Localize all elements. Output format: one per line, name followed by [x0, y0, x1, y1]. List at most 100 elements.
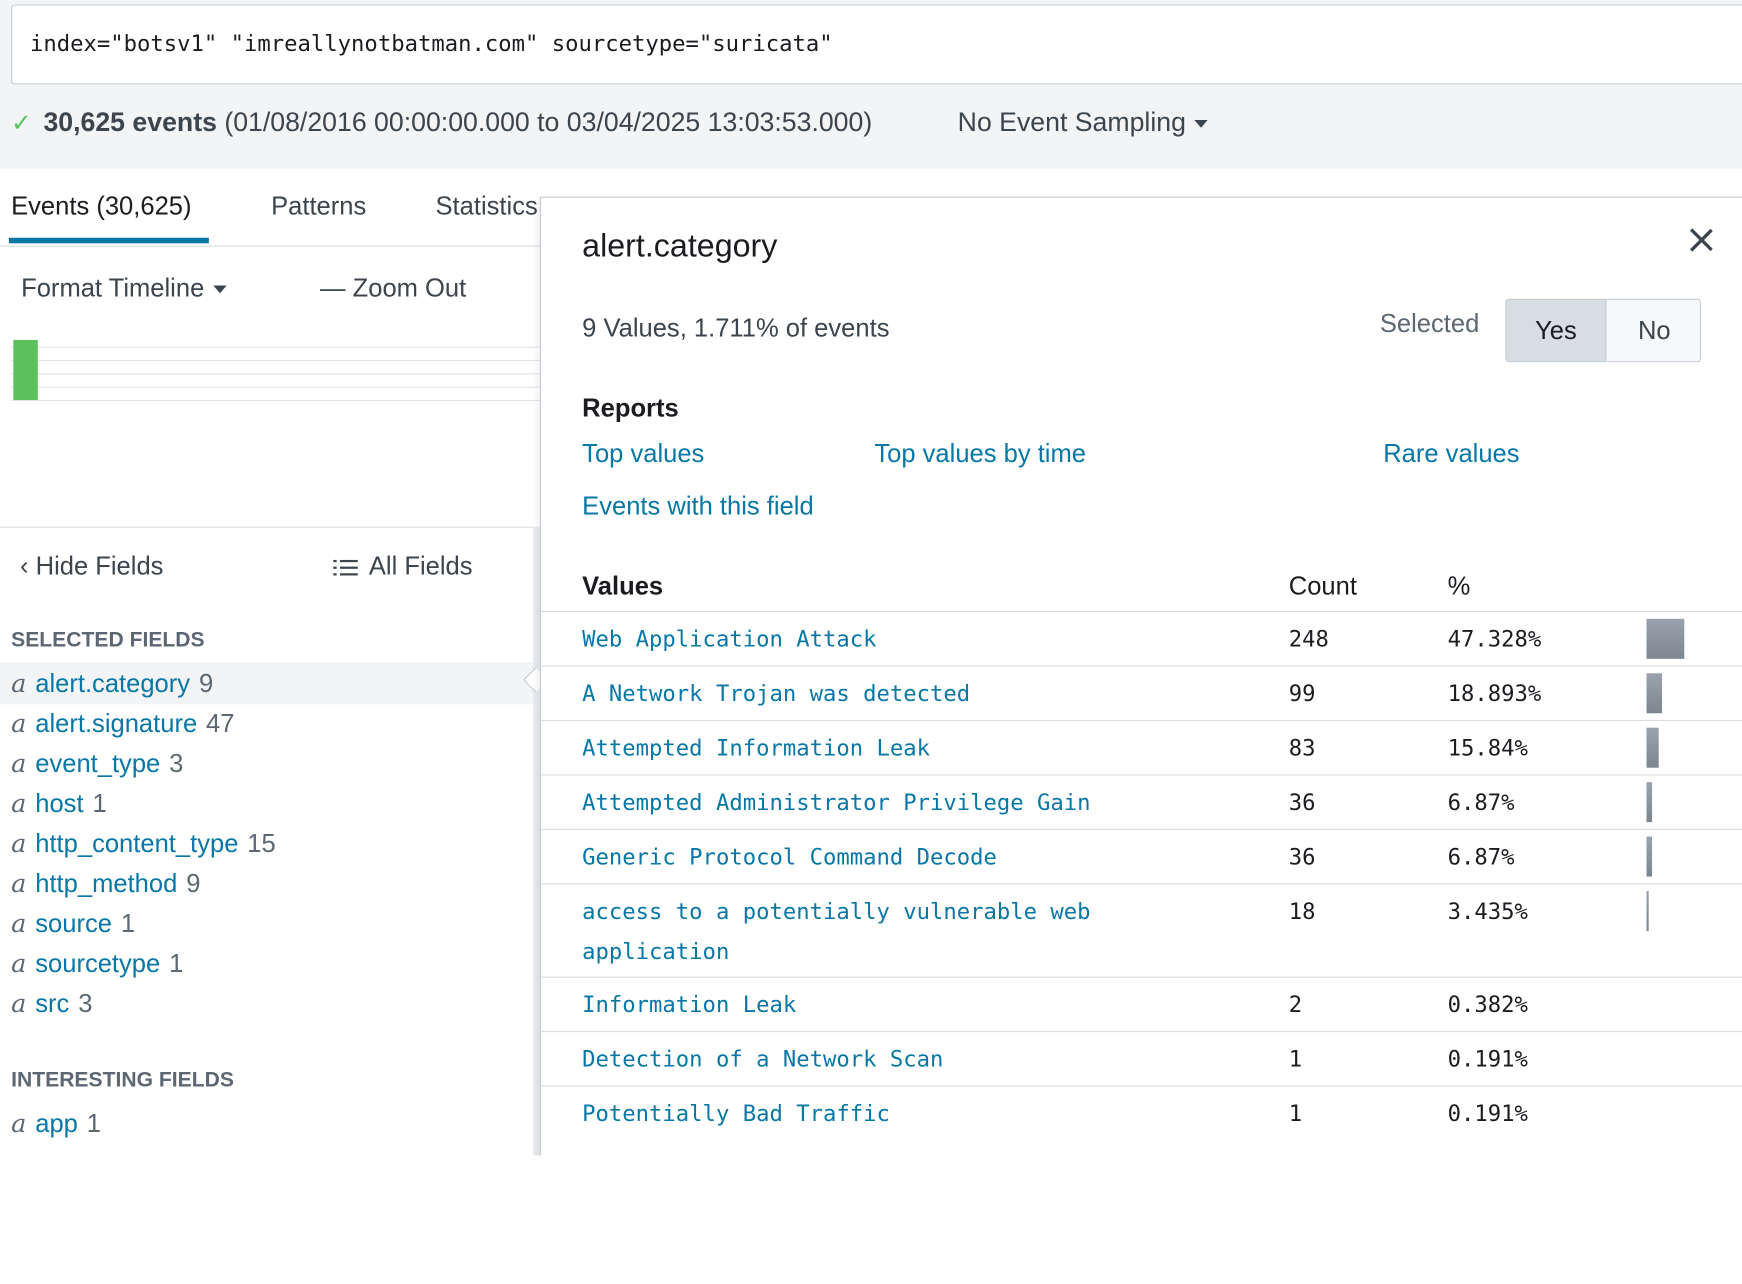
value-count: 36 — [1288, 843, 1316, 870]
timeline-bar[interactable] — [13, 339, 38, 400]
value-name-link[interactable]: Web Application Attack — [582, 619, 1160, 659]
count-header: Count — [1288, 571, 1357, 600]
value-name-link[interactable]: Information Leak — [582, 984, 1160, 1024]
value-row[interactable]: A Network Trojan was detected 99 18.893% — [541, 665, 1742, 719]
timeline-chart[interactable] — [11, 338, 545, 405]
field-type-icon: a — [11, 909, 27, 939]
top-values-by-time-link[interactable]: Top values by time — [874, 439, 1086, 469]
value-percent-bar — [1646, 782, 1653, 823]
value-count: 18 — [1288, 897, 1316, 925]
field-item[interactable]: a event_type 3 — [0, 742, 533, 784]
value-row[interactable]: Attempted Information Leak 83 15.84% — [541, 719, 1742, 774]
value-row[interactable]: Detection of a Network Scan 1 0.191% — [541, 1031, 1742, 1085]
value-row[interactable]: Web Application Attack 248 47.328% — [541, 611, 1742, 665]
tab-patterns[interactable]: Patterns — [271, 191, 366, 221]
field-count: 1 — [169, 948, 184, 978]
splunk-search-page: index="botsv1" "imreallynotbatman.com" s… — [0, 0, 1742, 1156]
interesting-fields-heading: INTERESTING FIELDS — [11, 1068, 234, 1093]
timeline-gridline — [11, 346, 545, 348]
close-icon[interactable] — [1685, 224, 1716, 255]
hide-fields-label: Hide Fields — [35, 551, 164, 580]
value-percent: 15.84% — [1447, 734, 1528, 762]
field-name: sourcetype — [35, 948, 161, 978]
popup-title: alert.category — [582, 228, 778, 265]
zoom-out-label: Zoom Out — [352, 273, 467, 303]
field-name: alert.signature — [35, 708, 198, 738]
field-name: source — [35, 908, 112, 938]
field-name: host — [35, 788, 84, 818]
hide-fields-button[interactable]: ‹ Hide Fields — [20, 551, 163, 581]
tab-events[interactable]: Events (30,625) — [11, 191, 191, 221]
field-count: 3 — [78, 988, 93, 1018]
all-fields-button[interactable]: All Fields — [333, 551, 473, 581]
field-item[interactable]: a http_content_type 15 — [0, 822, 533, 864]
event-status: ✓ 30,625 events (01/08/2016 00:00:00.000… — [11, 108, 872, 139]
timeline-gridline — [11, 359, 545, 362]
time-range: (01/08/2016 00:00:00.000 to 03/04/2025 1… — [224, 107, 873, 138]
value-name-link[interactable]: Potentially Bad Traffic — [582, 1093, 1160, 1133]
check-icon: ✓ — [11, 108, 32, 137]
value-name-link[interactable]: access to a potentially vulnerable web a… — [582, 891, 1160, 971]
field-count: 9 — [198, 668, 214, 698]
value-row[interactable]: access to a potentially vulnerable web a… — [541, 883, 1742, 976]
events-with-field-link[interactable]: Events with this field — [582, 491, 814, 521]
value-percent: 0.382% — [1447, 991, 1528, 1018]
toggle-yes-button[interactable]: Yes — [1506, 299, 1607, 362]
value-name-link[interactable]: Detection of a Network Scan — [582, 1039, 1160, 1079]
field-item[interactable]: a alert.signature 47 — [0, 702, 533, 744]
percent-header: % — [1447, 571, 1471, 600]
zoom-out-button[interactable]: — Zoom Out — [320, 273, 466, 303]
field-type-icon: a — [11, 1109, 27, 1139]
value-row[interactable]: Attempted Administrator Privilege Gain 36… — [541, 774, 1742, 828]
value-count: 1 — [1288, 1099, 1303, 1127]
field-item[interactable]: a source 1 — [0, 902, 533, 944]
field-type-icon: a — [11, 749, 27, 779]
format-timeline-dropdown[interactable]: Format Timeline — [21, 273, 227, 303]
results-tabs: Events (30,625) Patterns Statistics — [0, 169, 545, 247]
toggle-no-button[interactable]: No — [1606, 299, 1700, 362]
value-percent: 0.191% — [1447, 1045, 1528, 1073]
event-sampling-dropdown[interactable]: No Event Sampling — [958, 108, 1209, 139]
value-row[interactable]: Information Leak 2 0.382% — [541, 976, 1742, 1031]
value-row[interactable]: Potentially Bad Traffic 1 0.191% — [541, 1085, 1742, 1139]
value-percent-bar — [1646, 673, 1663, 714]
event-count: 30,625 events — [43, 107, 217, 138]
field-item[interactable]: a http_method 9 — [0, 862, 533, 904]
value-percent: 18.893% — [1447, 679, 1542, 707]
search-input[interactable]: index="botsv1" "imreallynotbatman.com" s… — [11, 4, 1742, 85]
value-count: 248 — [1288, 625, 1329, 653]
rare-values-link[interactable]: Rare values — [1383, 439, 1519, 469]
field-count: 1 — [120, 908, 136, 938]
value-count: 99 — [1288, 679, 1316, 707]
tab-statistics[interactable]: Statistics — [436, 191, 538, 221]
field-summary: 9 Values, 1.711% of events — [582, 313, 890, 343]
value-row[interactable]: Generic Protocol Command Decode 36 6.87% — [541, 828, 1742, 883]
value-name-link[interactable]: Attempted Information Leak — [582, 728, 1160, 768]
selected-fields-heading: SELECTED FIELDS — [11, 628, 205, 653]
field-count: 9 — [186, 868, 201, 898]
field-type-icon: a — [11, 789, 27, 819]
field-item[interactable]: a app 1 — [0, 1102, 533, 1144]
field-item[interactable]: a alert.category 9 — [0, 662, 534, 705]
field-count: 1 — [86, 1108, 101, 1138]
value-percent-bar — [1646, 618, 1685, 659]
value-name-link[interactable]: Generic Protocol Command Decode — [582, 837, 1160, 877]
value-percent-bar — [1646, 727, 1659, 768]
value-percent: 0.191% — [1447, 1099, 1528, 1127]
field-name: app — [35, 1108, 78, 1138]
value-count: 36 — [1288, 788, 1316, 816]
field-item[interactable]: a src 3 — [0, 982, 533, 1024]
field-name: src — [35, 988, 70, 1018]
timeline-gridline — [11, 373, 545, 375]
value-name-link[interactable]: Attempted Administrator Privilege Gain — [582, 782, 1160, 822]
field-item[interactable]: a host 1 — [0, 782, 533, 824]
top-values-link[interactable]: Top values — [582, 439, 704, 469]
field-type-icon: a — [11, 869, 27, 899]
caret-down-icon — [1194, 120, 1209, 128]
value-name-link[interactable]: A Network Trojan was detected — [582, 673, 1160, 713]
timeline-gridline — [11, 399, 545, 402]
value-percent-bar — [1646, 836, 1653, 877]
field-item[interactable]: a sourcetype 1 — [0, 942, 533, 984]
value-count: 2 — [1288, 991, 1303, 1018]
timeline-gridline — [11, 386, 545, 388]
